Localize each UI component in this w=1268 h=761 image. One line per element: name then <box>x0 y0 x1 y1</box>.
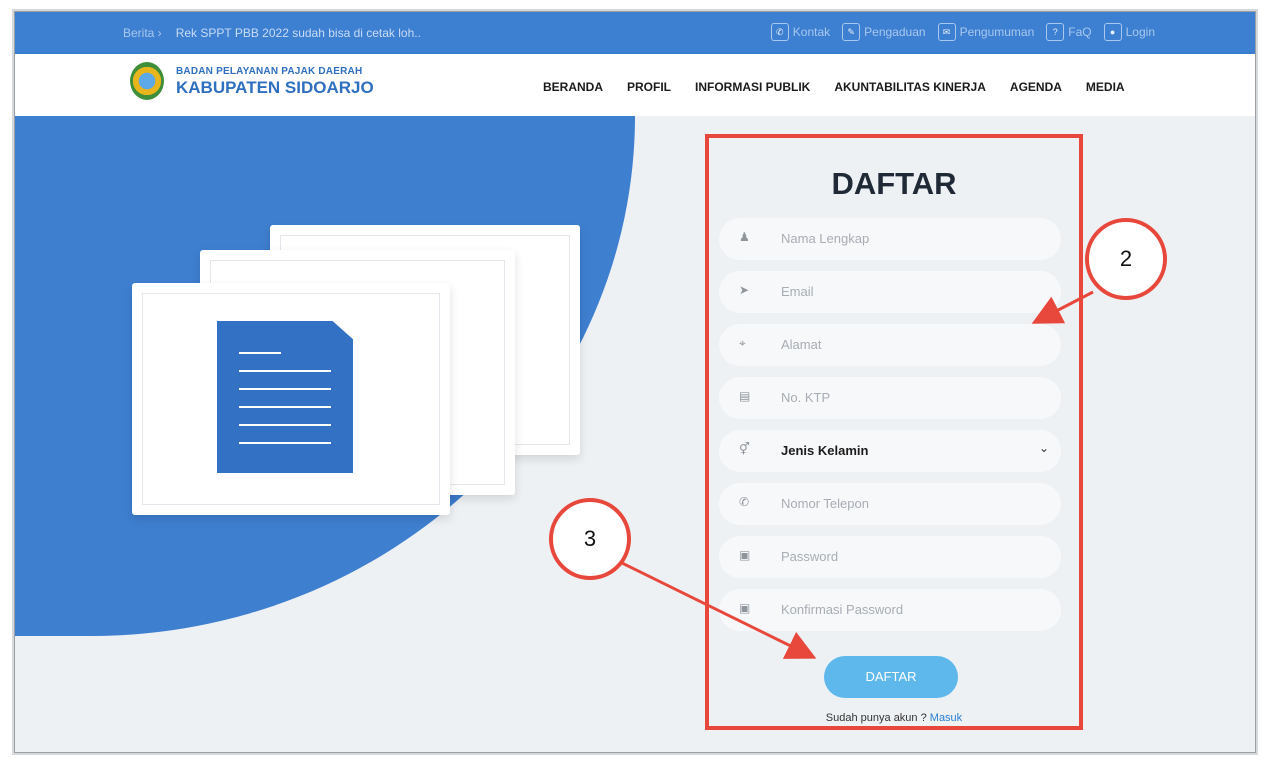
annotation-arrows <box>619 290 1094 659</box>
annotation-marker-3: 3 <box>549 498 631 580</box>
browser-screenshot: Berita › Rek SPPT PBB 2022 sudah bisa di… <box>14 11 1256 753</box>
annotation-marker-2: 2 <box>1085 218 1167 300</box>
arrow-to-register-button <box>619 560 817 659</box>
arrow-to-fields <box>1031 290 1094 324</box>
